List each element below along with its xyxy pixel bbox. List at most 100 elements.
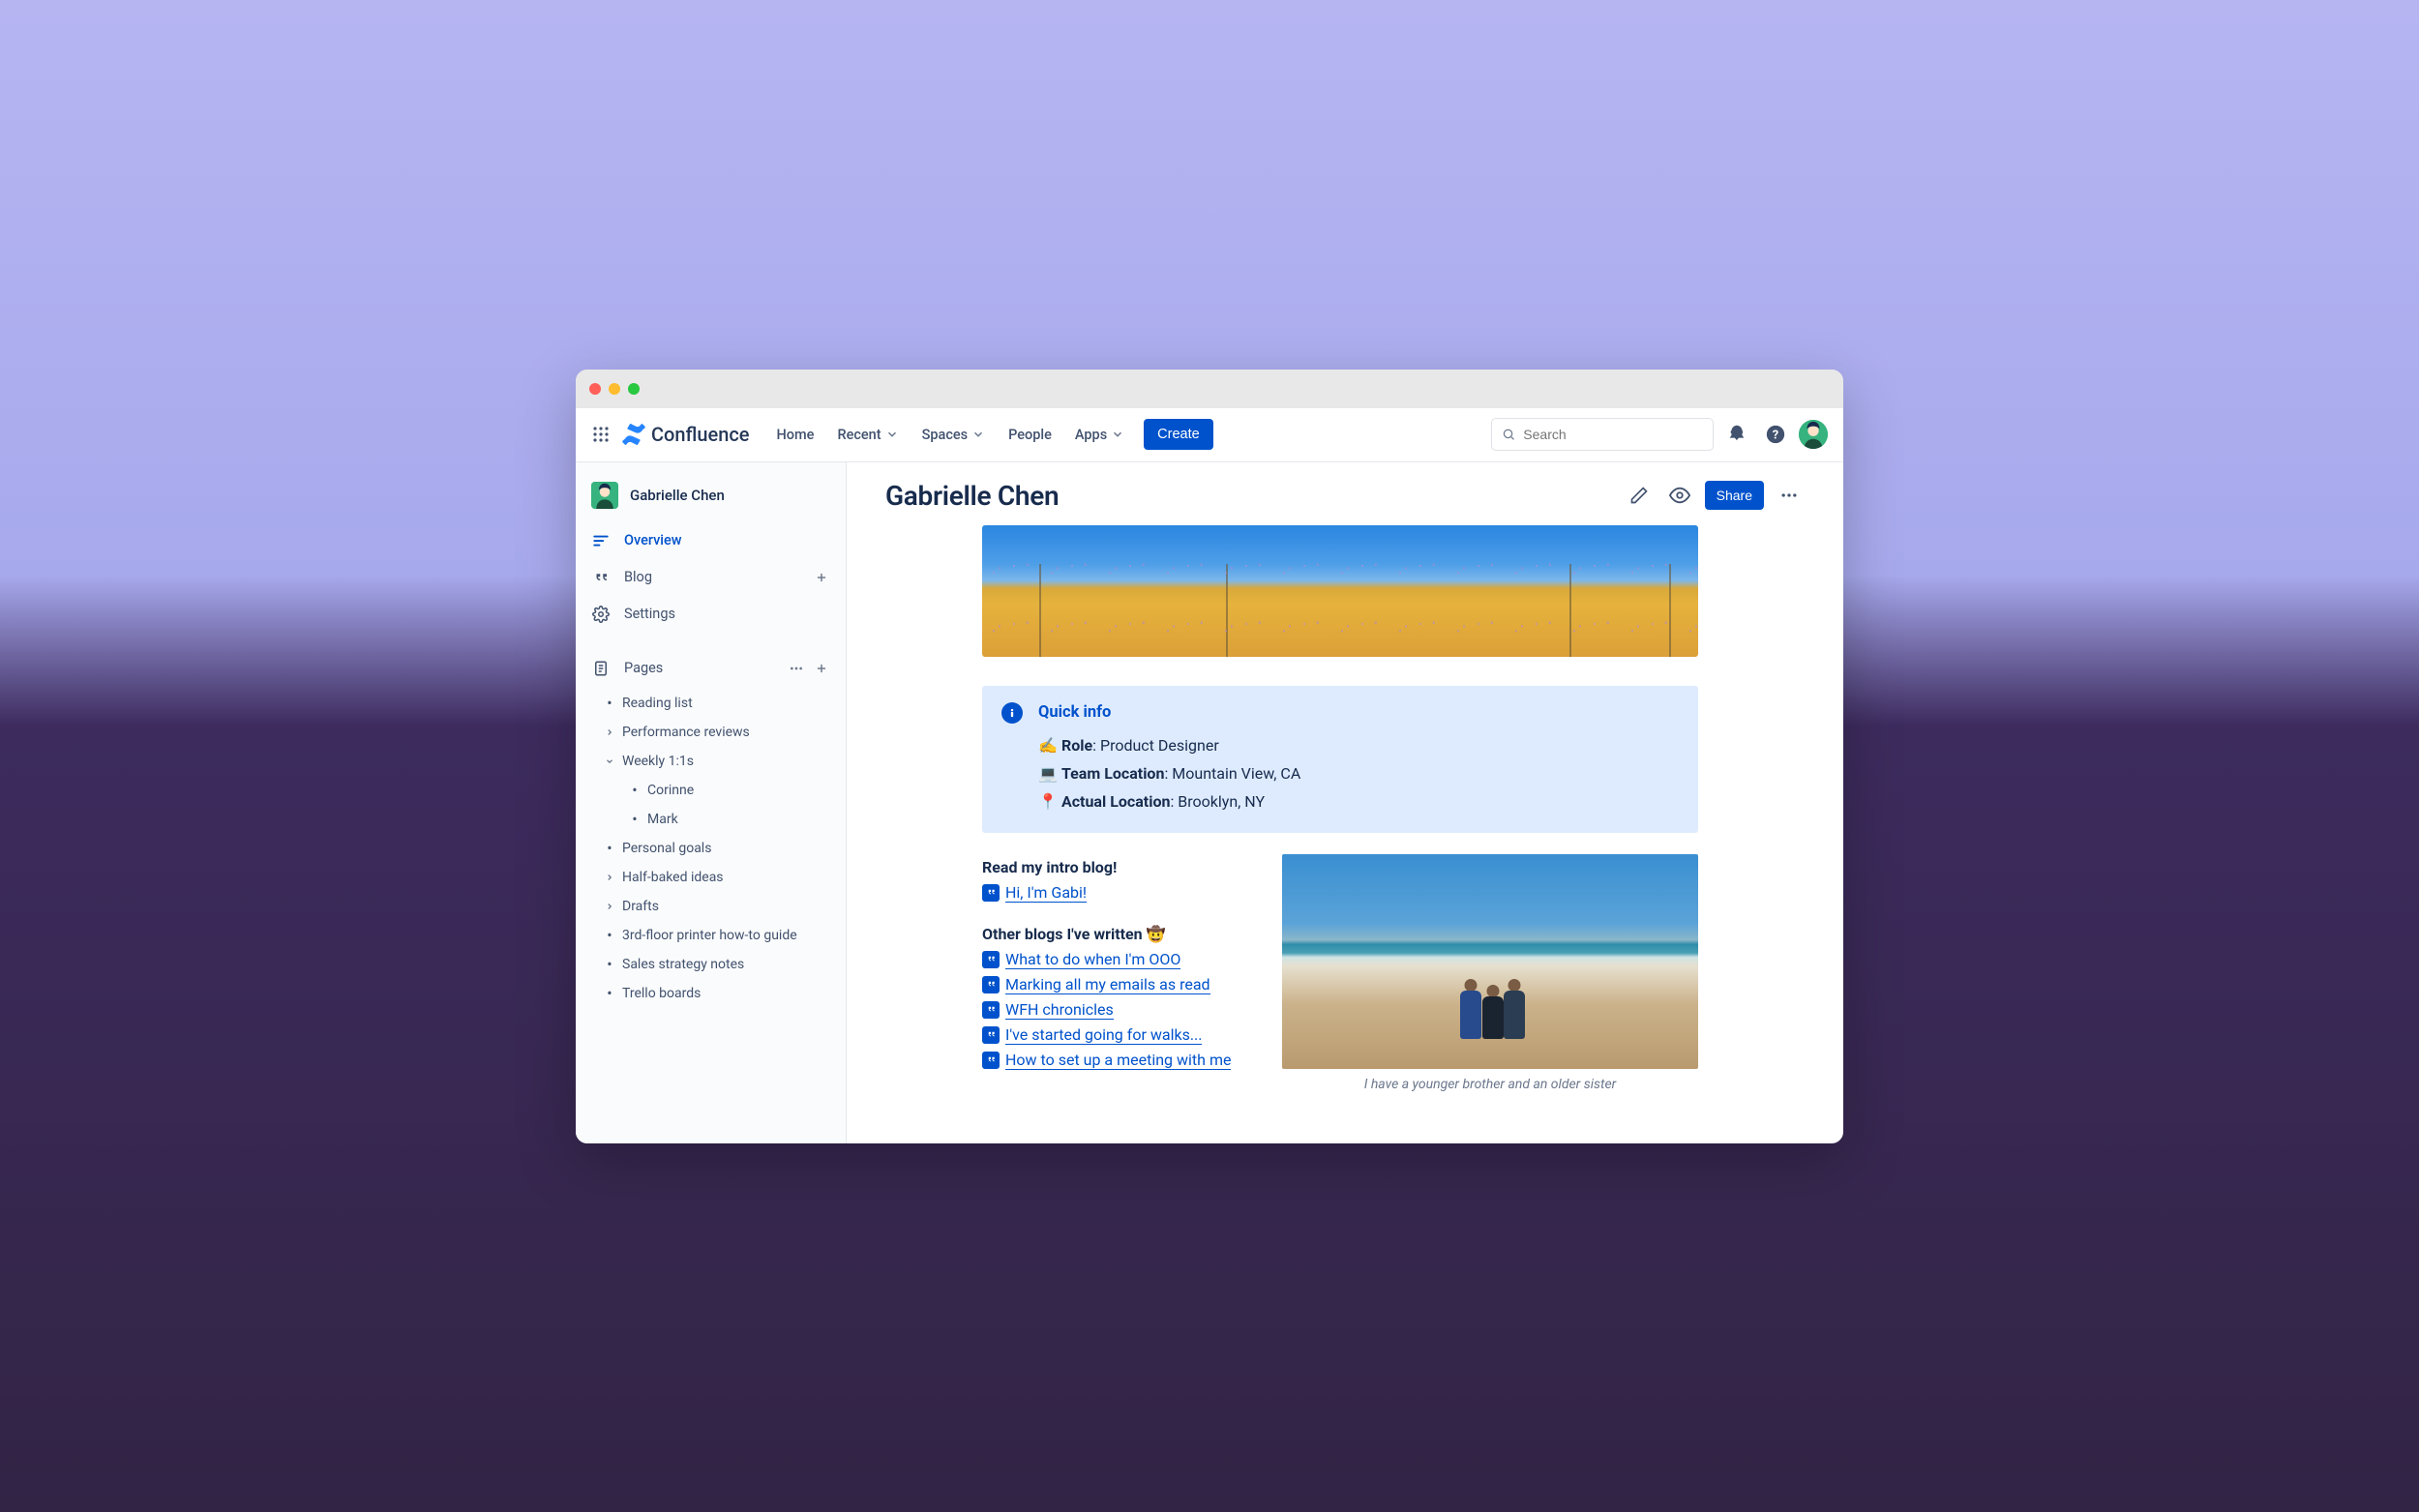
team-emoji: 💻 (1038, 764, 1058, 783)
blog-chip-icon (982, 951, 1000, 968)
page-icon (591, 659, 611, 678)
tree-item-reading-list[interactable]: •Reading list (576, 689, 846, 718)
tree-item-trello[interactable]: •Trello boards (576, 979, 846, 1008)
chevron-down-icon (605, 756, 614, 766)
sidebar-pages-label: Pages (624, 660, 663, 676)
tree-item-sales-strategy[interactable]: •Sales strategy notes (576, 950, 846, 979)
bell-icon (1726, 424, 1747, 445)
intro-blog-heading: Read my intro blog! (982, 858, 1243, 876)
window-close-button[interactable] (589, 383, 601, 395)
blog-link[interactable]: I've started going for walks... (982, 1023, 1243, 1048)
share-button[interactable]: Share (1705, 481, 1764, 510)
role-emoji: ✍️ (1038, 736, 1058, 755)
tree-item-personal-goals[interactable]: •Personal goals (576, 834, 846, 863)
profile-avatar[interactable] (1799, 420, 1828, 449)
blog-chip-icon (982, 884, 1000, 902)
bullet-icon: • (605, 928, 614, 943)
blog-chip-icon (982, 1026, 1000, 1044)
tree-item-printer[interactable]: •3rd-floor printer how-to guide (576, 921, 846, 950)
add-blog-button[interactable] (811, 567, 832, 588)
photo-caption: I have a younger brother and an older si… (1282, 1077, 1698, 1092)
quick-info-panel: Quick info ✍️ Role: Product Designer 💻 T… (982, 686, 1698, 833)
add-page-button[interactable] (811, 658, 832, 679)
bullet-icon: • (605, 986, 614, 1001)
edit-button[interactable] (1624, 480, 1655, 511)
blog-link[interactable]: What to do when I'm OOO (982, 947, 1243, 972)
app-switcher-button[interactable] (587, 421, 614, 448)
body: Gabrielle Chen Overview Blog (576, 462, 1843, 1143)
sidebar-overview[interactable]: Overview (576, 522, 846, 559)
bullet-icon: • (605, 841, 614, 856)
tree-item-drafts[interactable]: Drafts (576, 892, 846, 921)
confluence-wordmark: Confluence (651, 423, 750, 446)
chevron-right-icon (605, 727, 614, 737)
space-header[interactable]: Gabrielle Chen (576, 474, 846, 522)
pages-more-button[interactable] (786, 658, 807, 679)
tree-item-performance-reviews[interactable]: Performance reviews (576, 718, 846, 747)
avatar-icon (591, 482, 618, 509)
search-input[interactable] (1523, 427, 1703, 442)
other-blogs-heading: Other blogs I've written 🤠 (982, 925, 1243, 943)
more-icon (1779, 486, 1799, 505)
browser-window: Confluence Home Recent Spaces People App… (576, 370, 1843, 1143)
plus-icon (815, 662, 828, 675)
info-team-location: 💻 Team Location: Mountain View, CA (1038, 759, 1679, 787)
page-more-button[interactable] (1774, 480, 1805, 511)
family-photo (1282, 854, 1698, 1070)
sidebar-blog[interactable]: Blog (576, 559, 846, 596)
help-button[interactable]: ? (1760, 419, 1791, 450)
tree-item-weekly[interactable]: Weekly 1:1s (576, 747, 846, 776)
confluence-icon (622, 423, 645, 446)
quick-info-title: Quick info (1038, 703, 1679, 722)
pencil-icon (1629, 486, 1649, 505)
sidebar-pages[interactable]: Pages (576, 650, 846, 687)
confluence-logo[interactable]: Confluence (622, 423, 750, 446)
mac-titlebar (576, 370, 1843, 408)
nav-people[interactable]: People (999, 421, 1061, 449)
window-zoom-button[interactable] (628, 383, 640, 395)
avatar-icon (1799, 420, 1828, 449)
tree-item-half-baked[interactable]: Half-baked ideas (576, 863, 846, 892)
sidebar-settings-label: Settings (624, 606, 675, 622)
quote-icon (591, 568, 611, 587)
gear-icon (591, 605, 611, 624)
primary-nav: Home Recent Spaces People Apps Create (767, 419, 1213, 450)
cover-image (982, 525, 1698, 657)
cowboy-emoji: 🤠 (1147, 925, 1166, 943)
two-column: Read my intro blog! Hi, I'm Gabi! Other … (982, 854, 1698, 1093)
page-header: Gabrielle Chen Share (885, 480, 1805, 512)
top-nav: Confluence Home Recent Spaces People App… (576, 408, 1843, 462)
page-main: Gabrielle Chen Share (847, 462, 1843, 1143)
bullet-icon: • (630, 783, 640, 798)
sidebar-blog-label: Blog (624, 569, 652, 585)
watch-button[interactable] (1664, 480, 1695, 511)
plus-icon (815, 571, 828, 584)
eye-icon (1669, 485, 1690, 506)
bullet-icon: • (605, 957, 614, 972)
tree-item-mark[interactable]: •Mark (576, 805, 846, 834)
chevron-right-icon (605, 902, 614, 911)
nav-apps[interactable]: Apps (1065, 421, 1134, 449)
nav-home[interactable]: Home (767, 421, 824, 449)
blog-chip-icon (982, 976, 1000, 993)
create-button[interactable]: Create (1144, 419, 1213, 450)
page-actions: Share (1624, 480, 1805, 511)
sidebar-overview-label: Overview (624, 532, 682, 548)
nav-recent[interactable]: Recent (827, 421, 908, 449)
bullet-icon: • (630, 812, 640, 827)
blog-link[interactable]: WFH chronicles (982, 997, 1243, 1023)
search-box[interactable] (1491, 418, 1714, 451)
space-avatar (591, 482, 618, 509)
sidebar-settings[interactable]: Settings (576, 596, 846, 633)
nav-spaces[interactable]: Spaces (912, 421, 996, 449)
notifications-button[interactable] (1721, 419, 1752, 450)
window-minimize-button[interactable] (609, 383, 620, 395)
tree-item-corinne[interactable]: •Corinne (576, 776, 846, 805)
chevron-down-icon (885, 428, 899, 441)
chevron-down-icon (971, 428, 985, 441)
blog-link[interactable]: How to set up a meeting with me (982, 1048, 1243, 1073)
info-actual-location: 📍 Actual Location: Brooklyn, NY (1038, 787, 1679, 815)
blog-link-intro[interactable]: Hi, I'm Gabi! (982, 880, 1243, 905)
page-tree: •Reading list Performance reviews Weekly… (576, 687, 846, 1027)
blog-link[interactable]: Marking all my emails as read (982, 972, 1243, 997)
